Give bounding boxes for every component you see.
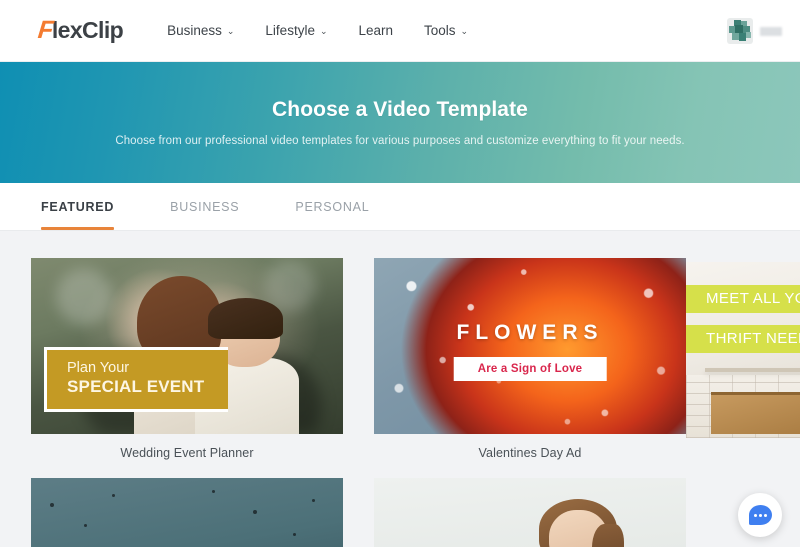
nav-item-tools[interactable]: Tools ⌄ xyxy=(424,23,499,38)
overlay-line-2: Are a Sign of Love xyxy=(453,356,607,381)
template-caption: Wedding Event Planner xyxy=(120,446,254,460)
page-root: FlexClip Business ⌄ Lifestyle ⌄ Learn To… xyxy=(0,0,800,547)
main-navigation: Business ⌄ Lifestyle ⌄ Learn Tools ⌄ xyxy=(167,23,499,38)
overlay-line-1: Plan Your xyxy=(67,359,130,376)
nav-label-business: Business xyxy=(167,23,222,38)
category-tabs: FEATURED BUSINESS PERSONAL xyxy=(0,183,800,231)
tab-personal[interactable]: PERSONAL xyxy=(295,183,369,230)
account-area[interactable] xyxy=(727,0,782,62)
template-card-valentines-day-ad[interactable]: FLOWERS Are a Sign of Love Valentines Da… xyxy=(374,258,686,460)
tab-featured[interactable]: FEATURED xyxy=(41,183,115,230)
page-title: Choose a Video Template xyxy=(272,98,528,121)
avatar[interactable] xyxy=(727,18,753,44)
template-thumbnail[interactable]: FLOWERS Are a Sign of Love xyxy=(374,258,686,434)
template-overlay-text: Plan Your SPECIAL EVENT xyxy=(44,346,229,412)
tab-business[interactable]: BUSINESS xyxy=(170,183,239,230)
template-card-optimize[interactable]: Optimize Your xyxy=(374,478,686,547)
tab-label-business: BUSINESS xyxy=(170,199,240,214)
nav-label-tools: Tools xyxy=(424,23,456,38)
template-grid: Plan Your SPECIAL EVENT Wedding Event Pl… xyxy=(0,231,800,547)
overlay-line-1: FLOWERS xyxy=(456,321,604,345)
page-subtitle: Choose from our professional video templ… xyxy=(115,135,685,147)
template-thumbnail[interactable]: NATIONAL xyxy=(31,478,343,547)
template-card-national-sports[interactable]: NATIONAL xyxy=(31,478,343,547)
chevron-down-icon: ⌄ xyxy=(319,26,328,36)
template-thumbnail[interactable]: MEET ALL YOUR THRIFT NEEDS xyxy=(686,262,800,438)
logo-wordmark: lexClip xyxy=(51,17,124,43)
tab-label-featured: FEATURED xyxy=(41,199,115,214)
nav-label-lifestyle: Lifestyle xyxy=(265,23,315,38)
template-card-thrift-needs[interactable]: MEET ALL YOUR THRIFT NEEDS xyxy=(686,262,800,438)
chevron-down-icon: ⌄ xyxy=(226,26,235,36)
template-caption: Valentines Day Ad xyxy=(478,446,582,460)
site-header: FlexClip Business ⌄ Lifestyle ⌄ Learn To… xyxy=(0,0,800,62)
logo-accent-letter: F xyxy=(36,16,55,44)
template-thumbnail[interactable]: Plan Your SPECIAL EVENT xyxy=(31,258,343,434)
username-redacted xyxy=(760,26,782,36)
chat-bubble-icon xyxy=(748,505,772,525)
nav-item-business[interactable]: Business ⌄ xyxy=(167,23,265,38)
overlay-line-1: MEET ALL YOUR xyxy=(686,284,800,313)
template-card-wedding-event-planner[interactable]: Plan Your SPECIAL EVENT Wedding Event Pl… xyxy=(31,258,343,460)
overlay-line-2: THRIFT NEEDS xyxy=(686,325,800,354)
nav-label-learn: Learn xyxy=(358,23,394,38)
nav-item-learn[interactable]: Learn xyxy=(359,23,425,38)
decorative-cardboard-box xyxy=(710,392,800,435)
chat-support-button[interactable] xyxy=(738,493,782,537)
chevron-down-icon: ⌄ xyxy=(460,26,469,36)
hero-banner: Choose a Video Template Choose from our … xyxy=(0,62,800,183)
tab-label-personal: PERSONAL xyxy=(295,199,370,214)
overlay-line-2: SPECIAL EVENT xyxy=(67,376,205,396)
template-thumbnail[interactable]: Optimize Your xyxy=(374,478,686,547)
decorative-shelf xyxy=(704,367,800,372)
nav-item-lifestyle[interactable]: Lifestyle ⌄ xyxy=(265,23,358,38)
flexclip-logo[interactable]: FlexClip xyxy=(36,16,124,45)
